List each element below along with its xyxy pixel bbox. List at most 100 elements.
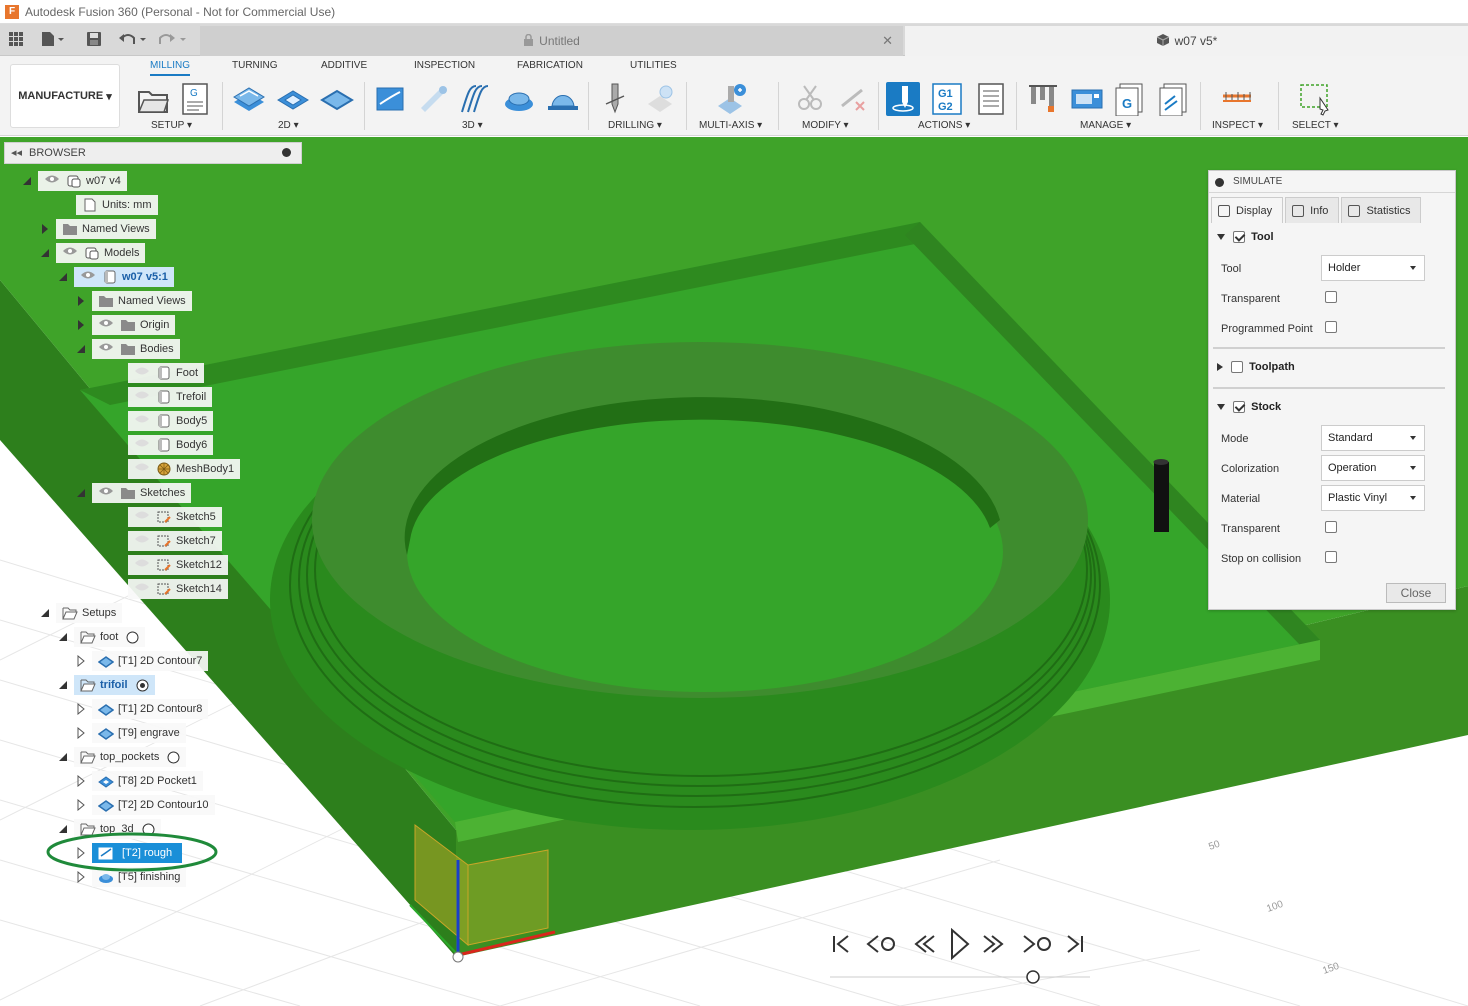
expand-triangle-icon[interactable] <box>76 488 86 498</box>
go-to-start-icon[interactable] <box>833 935 849 953</box>
2d-contour-icon[interactable] <box>320 82 354 116</box>
collapse-triangle-icon[interactable] <box>40 223 50 235</box>
3d-pocket-icon[interactable] <box>416 82 450 116</box>
collapse-triangle-icon[interactable] <box>76 775 86 787</box>
mode-dropdown[interactable]: Standard <box>1321 425 1425 451</box>
expand-triangle-icon[interactable] <box>58 272 68 282</box>
visibility-eye-icon[interactable] <box>134 411 150 431</box>
visibility-eye-icon[interactable] <box>134 579 150 599</box>
browser-minimize-icon[interactable] <box>282 148 291 157</box>
collapse-triangle-icon[interactable] <box>76 319 86 331</box>
collapse-triangle-icon[interactable] <box>76 727 86 739</box>
setup-sheet-action-icon[interactable] <box>974 82 1008 116</box>
cut-toolpath-icon[interactable] <box>792 82 826 116</box>
tool-dropdown[interactable]: Holder <box>1321 255 1425 281</box>
visibility-eye-icon[interactable] <box>98 315 114 335</box>
group-actions[interactable]: ACTIONS ▾ <box>918 120 970 131</box>
visibility-eye-icon[interactable] <box>98 483 114 503</box>
3d-scallop-icon[interactable] <box>546 82 580 116</box>
expand-triangle-icon[interactable] <box>40 608 50 618</box>
3d-contour-icon[interactable] <box>502 82 536 116</box>
expand-triangle-icon[interactable] <box>58 680 68 690</box>
stop-on-collision-checkbox[interactable] <box>1325 551 1337 563</box>
tab-w07[interactable]: w07 v5* <box>905 26 1468 56</box>
drill-icon[interactable] <box>598 82 632 116</box>
redo-icon[interactable] <box>158 31 188 50</box>
setup-folder-icon[interactable] <box>136 82 170 116</box>
stock-section-header[interactable]: Stock <box>1217 401 1281 413</box>
tab-untitled[interactable]: Untitled ✕ <box>200 26 903 56</box>
tab-additive[interactable]: ADDITIVE <box>321 60 367 71</box>
file-menu-icon[interactable] <box>40 31 66 50</box>
programmed-point-checkbox[interactable] <box>1325 321 1337 333</box>
expand-triangle-icon[interactable] <box>58 632 68 642</box>
visibility-eye-icon[interactable] <box>134 555 150 575</box>
group-3d[interactable]: 3D ▾ <box>462 120 483 131</box>
group-setup[interactable]: SETUP ▾ <box>151 120 192 131</box>
tab-display[interactable]: Display <box>1211 197 1284 223</box>
collapse-triangle-icon[interactable] <box>76 703 86 715</box>
group-select[interactable]: SELECT ▾ <box>1292 120 1339 131</box>
close-button[interactable]: Close <box>1386 583 1446 603</box>
machine-library-icon[interactable] <box>1070 82 1104 116</box>
radio-icon[interactable] <box>126 631 139 644</box>
go-to-end-icon[interactable] <box>1067 935 1083 953</box>
3d-parallel-icon[interactable] <box>458 82 492 116</box>
visibility-eye-icon[interactable] <box>134 387 150 407</box>
previous-operation-icon[interactable] <box>866 935 895 953</box>
collapse-triangle-icon[interactable] <box>76 799 86 811</box>
group-drilling[interactable]: DRILLING ▾ <box>608 120 662 131</box>
play-icon[interactable] <box>951 927 970 961</box>
expand-triangle-icon[interactable] <box>58 752 68 762</box>
post-process-icon[interactable]: G1G2 <box>930 82 964 116</box>
timeline-slider-handle[interactable] <box>1026 970 1040 984</box>
visibility-eye-icon[interactable] <box>134 435 150 455</box>
visibility-eye-icon[interactable] <box>134 459 150 479</box>
tab-turning[interactable]: TURNING <box>232 60 278 71</box>
visibility-eye-icon[interactable] <box>134 507 150 527</box>
material-dropdown[interactable]: Plastic Vinyl <box>1321 485 1425 511</box>
delete-toolpath-icon[interactable] <box>836 82 870 116</box>
tab-milling[interactable]: MILLING <box>150 60 191 76</box>
stock-transparent-checkbox[interactable] <box>1325 521 1337 533</box>
collapse-browser-icon[interactable]: ◂◂ <box>11 146 22 159</box>
visibility-eye-icon[interactable] <box>62 243 78 263</box>
radio-icon[interactable] <box>167 751 180 764</box>
tool-library-icon[interactable] <box>1026 82 1060 116</box>
tab-inspection[interactable]: INSPECTION <box>414 60 475 71</box>
group-multi-axis[interactable]: MULTI-AXIS ▾ <box>699 120 762 131</box>
measure-icon[interactable] <box>1220 82 1254 116</box>
apps-grid-icon[interactable] <box>8 31 24 50</box>
tab-utilities[interactable]: UTILITIES <box>630 60 677 71</box>
collapse-triangle-icon[interactable] <box>76 295 86 307</box>
expand-triangle-icon[interactable] <box>22 176 32 186</box>
setup-sheet-icon[interactable]: G <box>178 82 212 116</box>
tool-transparent-checkbox[interactable] <box>1325 291 1337 303</box>
next-operation-icon[interactable] <box>1023 935 1051 953</box>
visibility-eye-icon[interactable] <box>98 339 114 359</box>
multi-axis-icon[interactable] <box>714 82 748 116</box>
visibility-eye-icon[interactable] <box>134 363 150 383</box>
tab-info[interactable]: Info <box>1285 197 1340 223</box>
tool-section-header[interactable]: Tool <box>1217 231 1274 243</box>
expand-triangle-icon[interactable] <box>40 248 50 258</box>
hole-recognition-icon[interactable] <box>642 82 676 116</box>
close-tab-icon[interactable]: ✕ <box>882 26 893 56</box>
panel-minimize-icon[interactable] <box>1215 178 1224 187</box>
active-radio-icon[interactable] <box>136 679 149 692</box>
toolpath-section-header[interactable]: Toolpath <box>1217 361 1295 373</box>
group-2d[interactable]: 2D ▾ <box>278 120 299 131</box>
template-library-icon[interactable] <box>1158 82 1192 116</box>
2d-adaptive-icon[interactable] <box>232 82 266 116</box>
group-modify[interactable]: MODIFY ▾ <box>802 120 849 131</box>
group-inspect[interactable]: INSPECT ▾ <box>1212 120 1263 131</box>
step-forward-icon[interactable] <box>983 935 1004 953</box>
visibility-eye-icon[interactable] <box>134 531 150 551</box>
save-icon[interactable] <box>86 31 102 50</box>
post-library-icon[interactable]: G <box>1114 82 1148 116</box>
step-back-icon[interactable] <box>914 935 935 953</box>
colorization-dropdown[interactable]: Operation <box>1321 455 1425 481</box>
undo-icon[interactable] <box>118 31 148 50</box>
expand-triangle-icon[interactable] <box>76 344 86 354</box>
group-manage[interactable]: MANAGE ▾ <box>1080 120 1131 131</box>
